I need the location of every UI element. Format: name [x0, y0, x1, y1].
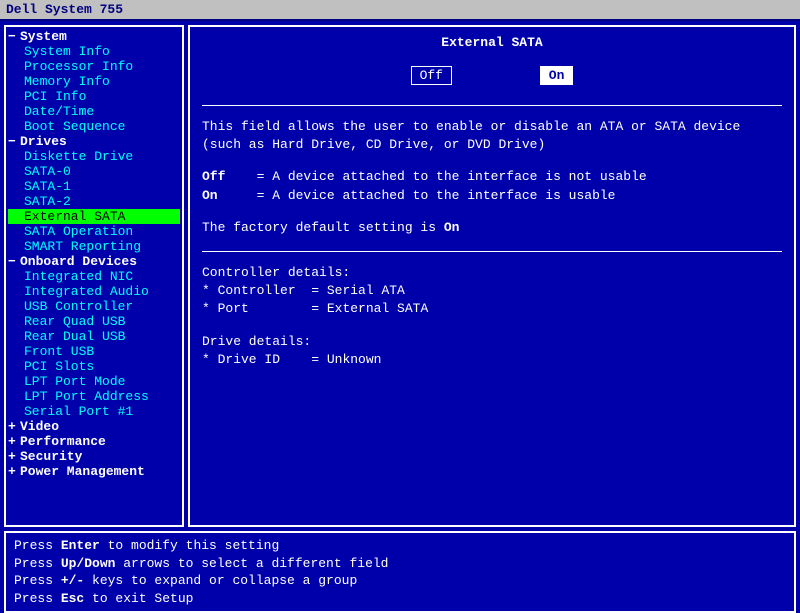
sidebar-item-sata-1[interactable]: SATA-1	[8, 179, 180, 194]
title-bar: Dell System 755	[0, 0, 800, 21]
sidebar-item-usb-controller[interactable]: USB Controller	[8, 299, 180, 314]
sidebar-item-external-sata[interactable]: External SATA	[8, 209, 180, 224]
sidebar-group-performance[interactable]: +Performance	[8, 434, 180, 449]
default-prefix: The factory default setting is	[202, 220, 444, 235]
plus-icon: +	[8, 449, 20, 464]
sidebar-group-label: Security	[20, 449, 82, 464]
sidebar-group-label: Drives	[20, 134, 67, 149]
sidebar-group-video[interactable]: +Video	[8, 419, 180, 434]
sidebar-group-label: Video	[20, 419, 59, 434]
default-line: The factory default setting is On	[202, 219, 782, 237]
sidebar-item-serial-port-1[interactable]: Serial Port #1	[8, 404, 180, 419]
sidebar-item-integrated-audio[interactable]: Integrated Audio	[8, 284, 180, 299]
sidebar-group-onboard-devices[interactable]: −Onboard Devices	[8, 254, 180, 269]
sidebar-group-power-management[interactable]: +Power Management	[8, 464, 180, 479]
help-line-1: Press Enter to modify this setting	[14, 537, 786, 555]
sidebar-item-rear-quad-usb[interactable]: Rear Quad USB	[8, 314, 180, 329]
off-label: Off	[202, 169, 225, 184]
sidebar-item-rear-dual-usb[interactable]: Rear Dual USB	[8, 329, 180, 344]
help-line-4: Press Esc to exit Setup	[14, 590, 786, 608]
drive-heading: Drive details:	[202, 334, 311, 349]
default-value: On	[444, 220, 460, 235]
help-line-3: Press +/- keys to expand or collapse a g…	[14, 572, 786, 590]
off-line: Off = A device attached to the interface…	[202, 168, 782, 204]
minus-icon: −	[8, 29, 20, 44]
controller-details: Controller details: * Controller = Seria…	[202, 264, 782, 319]
plus-icon: +	[8, 419, 20, 434]
help-line-2: Press Up/Down arrows to select a differe…	[14, 555, 786, 573]
option-on[interactable]: On	[540, 66, 574, 85]
sidebar-group-label: Performance	[20, 434, 106, 449]
plus-icon: +	[8, 464, 20, 479]
plus-icon: +	[8, 434, 20, 449]
sidebar-item-processor-info[interactable]: Processor Info	[8, 59, 180, 74]
content-panel: External SATA Off On This field allows t…	[188, 25, 796, 527]
sidebar-item-diskette-drive[interactable]: Diskette Drive	[8, 149, 180, 164]
sidebar-group-label: Onboard Devices	[20, 254, 137, 269]
divider	[202, 251, 782, 252]
sidebar: −SystemSystem InfoProcessor InfoMemory I…	[4, 25, 184, 527]
help-footer: Press Enter to modify this setting Press…	[4, 531, 796, 613]
setting-title: External SATA	[202, 35, 782, 50]
sidebar-group-security[interactable]: +Security	[8, 449, 180, 464]
sidebar-item-memory-info[interactable]: Memory Info	[8, 74, 180, 89]
sidebar-item-sata-operation[interactable]: SATA Operation	[8, 224, 180, 239]
sidebar-item-front-usb[interactable]: Front USB	[8, 344, 180, 359]
main-area: −SystemSystem InfoProcessor InfoMemory I…	[0, 21, 800, 531]
options-row: Off On	[202, 66, 782, 85]
setting-description: This field allows the user to enable or …	[202, 118, 782, 154]
sidebar-item-sata-2[interactable]: SATA-2	[8, 194, 180, 209]
option-off[interactable]: Off	[411, 66, 452, 85]
sidebar-item-system-info[interactable]: System Info	[8, 44, 180, 59]
sidebar-group-label: System	[20, 29, 67, 44]
divider	[202, 105, 782, 106]
drive-details: Drive details: * Drive ID = Unknown	[202, 333, 782, 369]
on-label: On	[202, 188, 218, 203]
sidebar-group-drives[interactable]: −Drives	[8, 134, 180, 149]
controller-label: * Controller	[202, 283, 296, 298]
off-desc: = A device attached to the interface is …	[257, 169, 647, 184]
on-desc: = A device attached to the interface is …	[257, 188, 616, 203]
sidebar-item-lpt-port-address[interactable]: LPT Port Address	[8, 389, 180, 404]
minus-icon: −	[8, 254, 20, 269]
minus-icon: −	[8, 134, 20, 149]
sidebar-group-label: Power Management	[20, 464, 145, 479]
sidebar-item-sata-0[interactable]: SATA-0	[8, 164, 180, 179]
sidebar-item-lpt-port-mode[interactable]: LPT Port Mode	[8, 374, 180, 389]
sidebar-item-smart-reporting[interactable]: SMART Reporting	[8, 239, 180, 254]
controller-value: = Serial ATA	[311, 283, 405, 298]
driveid-value: = Unknown	[311, 352, 381, 367]
sidebar-group-system[interactable]: −System	[8, 29, 180, 44]
port-label: * Port	[202, 301, 249, 316]
port-value: = External SATA	[311, 301, 428, 316]
driveid-label: * Drive ID	[202, 352, 280, 367]
sidebar-item-date-time[interactable]: Date/Time	[8, 104, 180, 119]
controller-heading: Controller details:	[202, 265, 350, 280]
sidebar-item-pci-slots[interactable]: PCI Slots	[8, 359, 180, 374]
sidebar-item-integrated-nic[interactable]: Integrated NIC	[8, 269, 180, 284]
sidebar-item-boot-sequence[interactable]: Boot Sequence	[8, 119, 180, 134]
window-title: Dell System 755	[6, 2, 123, 17]
sidebar-item-pci-info[interactable]: PCI Info	[8, 89, 180, 104]
